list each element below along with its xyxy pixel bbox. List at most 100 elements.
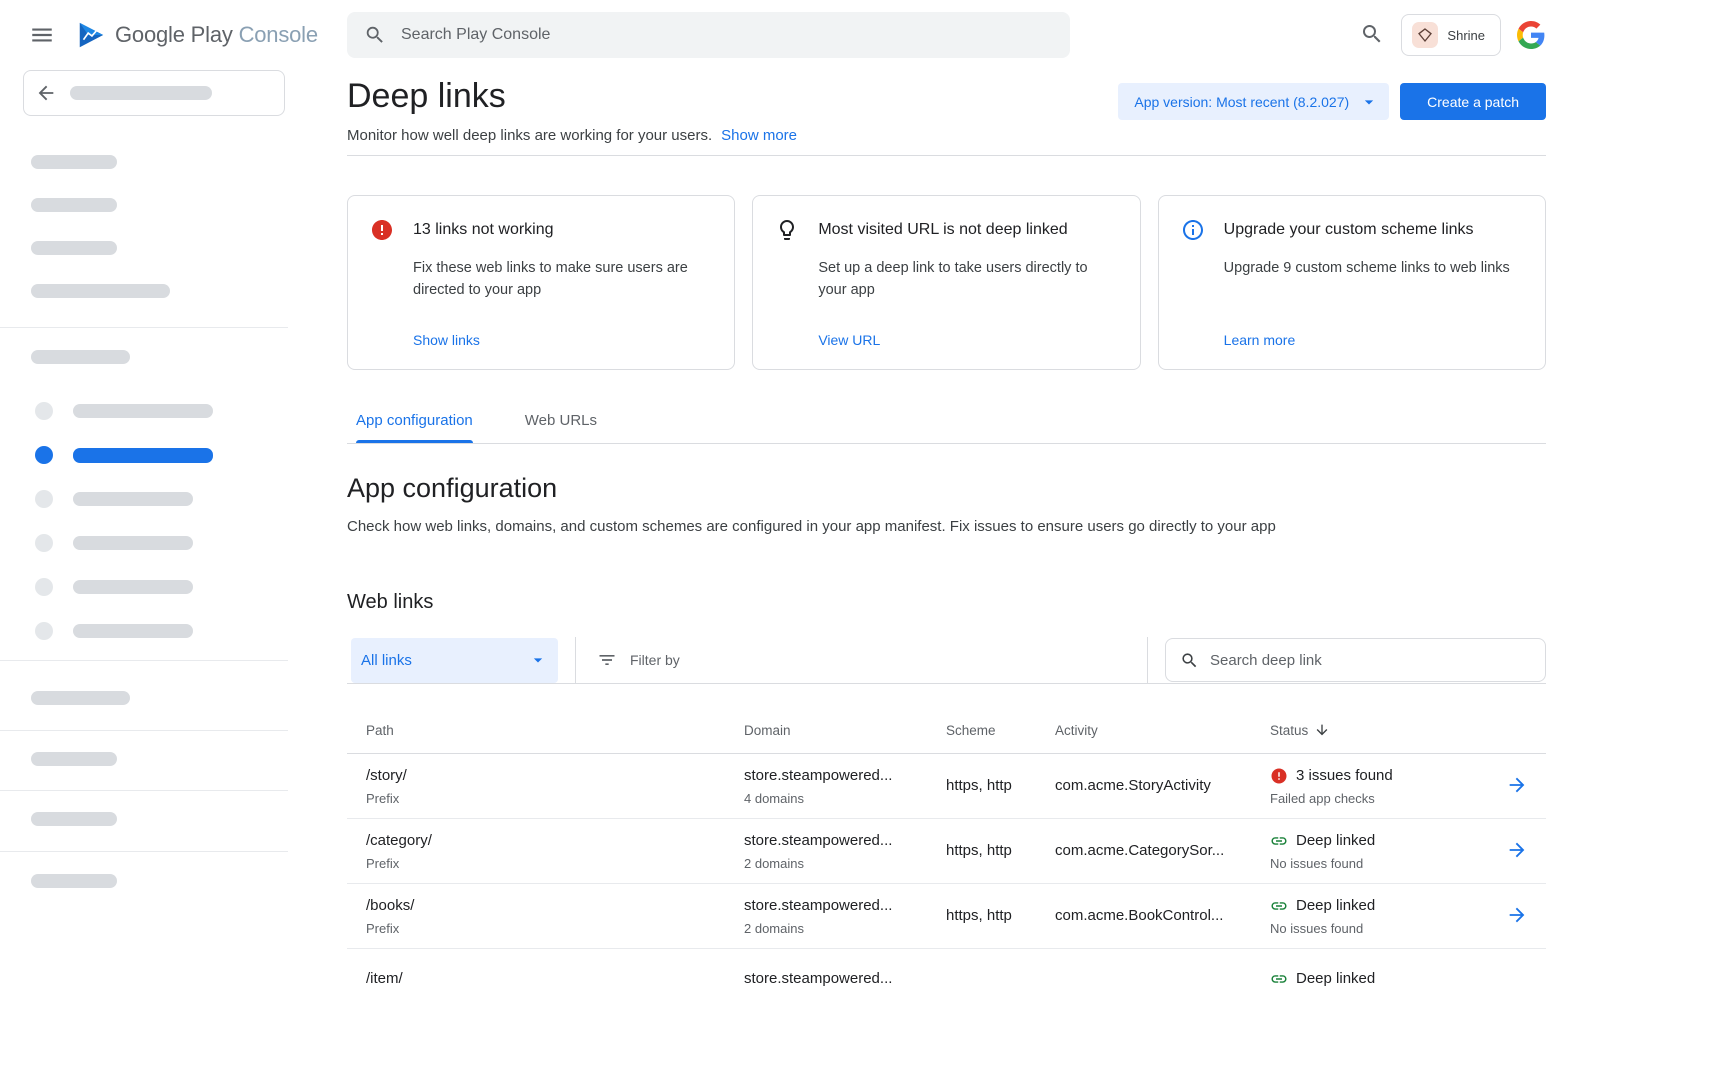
current-app-chip[interactable]: Shrine bbox=[1401, 14, 1501, 56]
status-value: 3 issues found bbox=[1296, 767, 1393, 785]
tab-web-urls[interactable]: Web URLs bbox=[525, 410, 597, 443]
global-search[interactable] bbox=[347, 12, 1070, 58]
card-most-visited-url: Most visited URL is not deep linked Set … bbox=[752, 195, 1140, 370]
sidebar-item[interactable] bbox=[35, 490, 288, 508]
path-type: Prefix bbox=[366, 791, 744, 806]
column-header-activity: Activity bbox=[1055, 723, 1270, 738]
sidebar-skeleton-bar bbox=[73, 536, 193, 550]
scheme-value: https, http bbox=[946, 777, 1055, 795]
search-icon-button[interactable] bbox=[1359, 22, 1385, 48]
status-link-icon bbox=[1270, 970, 1288, 988]
column-header-status[interactable]: Status bbox=[1270, 722, 1505, 738]
scheme-value: https, http bbox=[946, 907, 1055, 925]
play-triangle-icon bbox=[76, 20, 106, 50]
page-subtitle: Monitor how well deep links are working … bbox=[347, 126, 712, 145]
sidebar-item[interactable] bbox=[35, 402, 288, 420]
toolbar-divider bbox=[1147, 637, 1148, 683]
sidebar-divider bbox=[0, 730, 288, 731]
status-line: Deep linked bbox=[1270, 832, 1505, 850]
status-line: 3 issues found bbox=[1270, 767, 1505, 785]
page-header-actions: App version: Most recent (8.2.027) Creat… bbox=[1118, 83, 1546, 145]
sidebar-skeleton-bar bbox=[31, 812, 117, 826]
card-title: 13 links not working bbox=[413, 221, 554, 239]
links-filter-dropdown[interactable]: All links bbox=[351, 638, 558, 683]
sidebar-skeleton-bar bbox=[31, 874, 117, 888]
scheme-cell: https, http bbox=[946, 842, 1055, 860]
filter-by-label: Filter by bbox=[630, 652, 680, 668]
filter-by-button[interactable]: Filter by bbox=[597, 650, 680, 670]
activity-value: com.acme.CategorySor... bbox=[1055, 842, 1270, 860]
topbar: Shrine bbox=[288, 0, 1728, 70]
nav-bullet-icon bbox=[35, 534, 53, 552]
card-upgrade-custom-schemes: Upgrade your custom scheme links Upgrade… bbox=[1158, 195, 1546, 370]
search-icon bbox=[364, 24, 386, 46]
insight-cards: 13 links not working Fix these web links… bbox=[347, 195, 1546, 370]
sidebar-skeleton-bar bbox=[73, 448, 213, 463]
column-header-domain: Domain bbox=[744, 723, 946, 738]
shrine-diamond-icon bbox=[1412, 22, 1438, 48]
deep-link-search[interactable] bbox=[1165, 638, 1546, 682]
tab-app-configuration[interactable]: App configuration bbox=[356, 410, 473, 443]
sidebar-skeleton-bar bbox=[31, 691, 130, 705]
web-links-table: Path Domain Scheme Activity Status /stor… bbox=[347, 684, 1546, 1014]
app-version-dropdown[interactable]: App version: Most recent (8.2.027) bbox=[1118, 83, 1389, 120]
page-header-left: Deep links Monitor how well deep links a… bbox=[347, 75, 797, 145]
domain-value: store.steampowered... bbox=[744, 832, 946, 850]
path-cell: /story/ Prefix bbox=[366, 767, 744, 806]
play-console-logo: Google Play Console bbox=[76, 20, 318, 50]
sidebar-item[interactable] bbox=[35, 622, 288, 640]
open-row-arrow-icon[interactable] bbox=[1505, 904, 1529, 928]
deep-link-search-input[interactable] bbox=[1210, 652, 1531, 669]
activity-cell: com.acme.BookControl... bbox=[1055, 907, 1270, 925]
sidebar-skeleton-bar bbox=[73, 624, 193, 638]
show-links-link[interactable]: Show links bbox=[413, 332, 480, 348]
play-console-app: Google Play Console bbox=[0, 0, 1728, 1080]
menu-icon[interactable] bbox=[29, 22, 55, 48]
table-row[interactable]: /item/ store.steampowered... bbox=[347, 949, 1546, 1014]
google-account-avatar[interactable] bbox=[1517, 21, 1545, 49]
card-head: Most visited URL is not deep linked bbox=[775, 218, 1115, 242]
content: Deep links Monitor how well deep links a… bbox=[347, 70, 1546, 1014]
nav-bullet-icon bbox=[35, 490, 53, 508]
back-button[interactable] bbox=[23, 70, 285, 116]
sidebar-skeleton-bar bbox=[31, 198, 117, 212]
header-divider bbox=[347, 155, 1546, 156]
path-cell: /item/ bbox=[366, 970, 744, 994]
status-link-icon bbox=[1270, 897, 1288, 915]
view-url-link[interactable]: View URL bbox=[818, 332, 880, 348]
column-header-path: Path bbox=[366, 723, 744, 738]
path-value: /item/ bbox=[366, 970, 744, 988]
domain-value: store.steampowered... bbox=[744, 767, 946, 785]
links-filter-value: All links bbox=[361, 652, 412, 669]
global-search-input[interactable] bbox=[401, 26, 1053, 44]
show-more-link[interactable]: Show more bbox=[721, 126, 797, 145]
sidebar-nav-skeleton bbox=[35, 402, 288, 640]
sidebar-item[interactable] bbox=[35, 534, 288, 552]
status-value: Deep linked bbox=[1296, 897, 1375, 915]
sidebar-skeleton-bar bbox=[73, 404, 213, 418]
search-icon bbox=[1180, 651, 1199, 670]
table-row[interactable]: /books/ Prefix store.steampowered... 2 d… bbox=[347, 884, 1546, 949]
sidebar-skeleton-bar bbox=[73, 492, 193, 506]
status-cell: 3 issues found Failed app checks bbox=[1270, 767, 1505, 806]
sidebar-item[interactable] bbox=[35, 578, 288, 596]
error-icon bbox=[370, 218, 394, 242]
learn-more-link[interactable]: Learn more bbox=[1224, 332, 1296, 348]
table-row[interactable]: /story/ Prefix store.steampowered... 4 d… bbox=[347, 754, 1546, 819]
sort-descending-icon bbox=[1314, 722, 1330, 738]
table-row[interactable]: /category/ Prefix store.steampowered... … bbox=[347, 819, 1546, 884]
current-app-name: Shrine bbox=[1447, 28, 1485, 43]
sidebar-skeleton-bar bbox=[73, 580, 193, 594]
status-link-icon bbox=[1270, 832, 1288, 850]
nav-bullet-icon bbox=[35, 402, 53, 420]
activity-cell: com.acme.StoryActivity bbox=[1055, 777, 1270, 795]
status-line: Deep linked bbox=[1270, 897, 1505, 915]
path-type: Prefix bbox=[366, 921, 744, 936]
app-version-label: App version: Most recent (8.2.027) bbox=[1134, 94, 1349, 110]
sidebar-item-deep-links-active[interactable] bbox=[35, 446, 288, 464]
create-patch-button[interactable]: Create a patch bbox=[1400, 83, 1546, 120]
section-description: Check how web links, domains, and custom… bbox=[347, 517, 1546, 537]
open-row-arrow-icon[interactable] bbox=[1505, 839, 1529, 863]
open-row-arrow-icon[interactable] bbox=[1505, 774, 1529, 798]
column-header-scheme: Scheme bbox=[946, 723, 1055, 738]
